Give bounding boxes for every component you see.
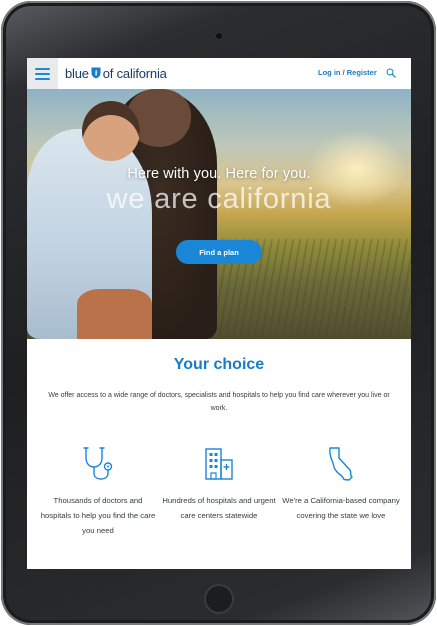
feature-california: We're a California-based company coverin… <box>282 446 400 523</box>
feature-hospitals: Hundreds of hospitals and urgent care ce… <box>160 446 278 523</box>
hero-photo-pants <box>77 289 152 339</box>
section-title: Your choice <box>173 356 265 373</box>
stethoscope-icon <box>83 447 113 480</box>
hero-title: Here with you. Here for you. <box>127 166 311 182</box>
tablet-frame: blue of california Log in / Register Her… <box>1 1 436 625</box>
find-a-plan-button[interactable]: Find a plan <box>176 240 262 264</box>
feature-doctors: Thousands of doctors and hospitals to he… <box>39 446 157 538</box>
site-header: blue of california Log in / Register <box>27 58 411 89</box>
hospital-building-icon <box>205 448 233 480</box>
home-button[interactable] <box>204 584 234 614</box>
section-description: We offer access to a wide range of docto… <box>48 392 390 412</box>
search-icon[interactable] <box>386 68 396 78</box>
hero-subtitle: we are california <box>106 183 332 215</box>
camera-lens <box>214 31 224 41</box>
logo-text-california: of california <box>102 65 167 81</box>
hero-photo-child-head <box>82 101 140 161</box>
hero-banner: Here with you. Here for you. we are cali… <box>27 89 411 339</box>
screen: blue of california Log in / Register Her… <box>27 58 411 569</box>
logo-text-blue: blue <box>65 65 89 81</box>
feature-doctors-text: Thousands of doctors and hospitals to he… <box>40 496 156 535</box>
california-map-icon <box>329 447 353 481</box>
feature-california-text: We're a California-based company coverin… <box>282 496 400 520</box>
brand-logo[interactable]: blue of california <box>65 64 167 82</box>
login-register-link[interactable]: Log in / Register <box>318 68 377 77</box>
hamburger-icon[interactable] <box>27 58 58 89</box>
feature-hospitals-text: Hundreds of hospitals and urgent care ce… <box>162 496 276 520</box>
shield-logo-icon <box>91 67 101 79</box>
